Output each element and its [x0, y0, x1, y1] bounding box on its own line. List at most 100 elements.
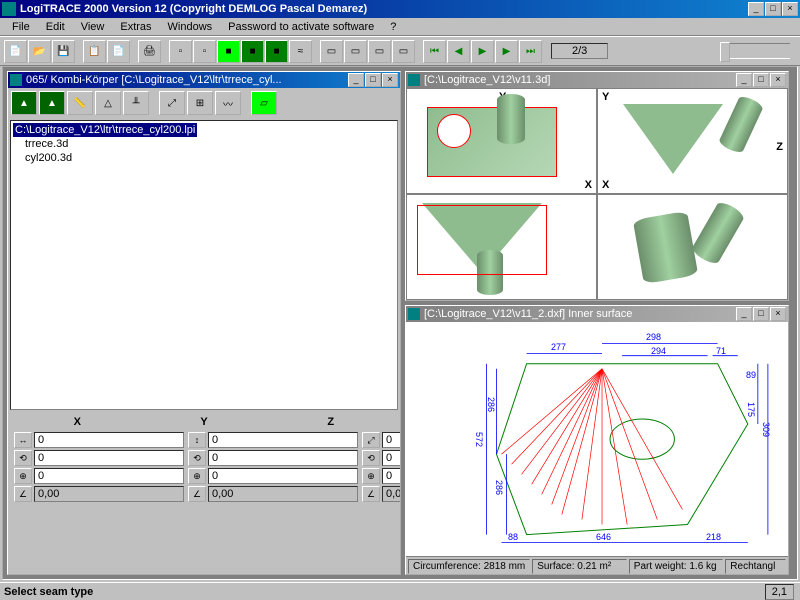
tool-grid[interactable]: ⊞ — [187, 91, 213, 115]
solid1-button[interactable]: ■ — [217, 40, 240, 63]
tool-shape2[interactable]: ▲ — [39, 91, 65, 115]
dxf-maximize[interactable]: □ — [753, 307, 769, 321]
open-button[interactable]: 📂 — [28, 40, 51, 63]
new-button[interactable]: 📄 — [4, 40, 27, 63]
save-button[interactable]: 💾 — [52, 40, 75, 63]
nav-last-button[interactable]: ⏭ — [519, 40, 542, 63]
rot-y-input[interactable] — [208, 450, 358, 466]
tree-item-1[interactable]: cyl200.3d — [23, 151, 395, 165]
view-front[interactable]: X Y Z — [597, 88, 788, 194]
viewport-titlebar[interactable]: [C:\Logitrace_V12\v11.3d] _ □ × — [406, 72, 788, 88]
kombi-minimize[interactable]: _ — [348, 73, 364, 87]
off-y-input — [208, 486, 358, 502]
viewport-maximize[interactable]: □ — [753, 73, 769, 87]
print-button[interactable]: 🖨 — [138, 40, 161, 63]
scl-y-icon[interactable]: ⊕ — [188, 468, 206, 484]
dxf-titlebar[interactable]: [C:\Logitrace_V12\v11_2.dxf] Inner surfa… — [406, 306, 788, 322]
kombi-maximize[interactable]: □ — [365, 73, 381, 87]
dxf-minimize[interactable]: _ — [736, 307, 752, 321]
scl-y-input[interactable] — [208, 468, 358, 484]
unfold-drawing — [406, 322, 788, 556]
rot-y-icon[interactable]: ⟲ — [188, 450, 206, 466]
menu-extras[interactable]: Extras — [112, 20, 159, 34]
rot-z-input[interactable] — [382, 450, 400, 466]
tool-curve2[interactable]: 〰 — [215, 91, 241, 115]
tree-root[interactable]: C:\Logitrace_V12\ltr\trrece_cyl200.lpi — [13, 123, 197, 137]
view-side[interactable] — [406, 194, 597, 300]
scl-x-icon[interactable]: ⊕ — [14, 468, 32, 484]
copy-button[interactable]: 📋 — [83, 40, 106, 63]
app-title: LogiTRACE 2000 Version 12 (Copyright DEM… — [20, 3, 748, 15]
mdi-area: 065/ Kombi-Körper [C:\Logitrace_V12\ltr\… — [2, 66, 798, 580]
scl-z-icon[interactable]: ⊕ — [362, 468, 380, 484]
frame4-button[interactable]: ▭ — [392, 40, 415, 63]
scl-z-input[interactable] — [382, 468, 400, 484]
dxf-close[interactable]: × — [770, 307, 786, 321]
paste-button[interactable]: 📄 — [107, 40, 130, 63]
tool-curve1[interactable]: ⤢ — [159, 91, 185, 115]
menu-password[interactable]: Password to activate software — [220, 20, 382, 34]
rot-x-input[interactable] — [34, 450, 184, 466]
nav-first-button[interactable]: ⏮ — [423, 40, 446, 63]
frame1-button[interactable]: ▭ — [320, 40, 343, 63]
viewport-window: [C:\Logitrace_V12\v11.3d] _ □ × X Y — [405, 71, 789, 301]
menu-view[interactable]: View — [73, 20, 113, 34]
xyz-panel: X Y Z ↔ ↕ ⤢ ⟲ ⟲ ⟲ ⊕ ⊕ ⊕ — [8, 412, 400, 508]
nav-play-button[interactable]: ▶ — [471, 40, 494, 63]
pos-z-icon[interactable]: ⤢ — [362, 432, 380, 448]
tree-item-0[interactable]: trrece.3d — [23, 137, 395, 151]
pos-y-icon[interactable]: ↕ — [188, 432, 206, 448]
solid3-button[interactable]: ■ — [265, 40, 288, 63]
dxf-canvas[interactable]: 277 298 294 71 89 175 309 572 286 286 88… — [406, 322, 788, 556]
pos-x-icon[interactable]: ↔ — [14, 432, 32, 448]
kombi-toolbar: ▲ ▲ 📏 △ ╨ ⤢ ⊞ 〰 ▱ — [8, 88, 400, 118]
maximize-button[interactable]: □ — [765, 2, 781, 16]
tool-split[interactable]: ╨ — [123, 91, 149, 115]
zoom-slider[interactable] — [720, 43, 790, 59]
tool-shape1[interactable]: ▲ — [11, 91, 37, 115]
z-label: Z — [267, 414, 394, 430]
cube1-button[interactable]: ▫ — [169, 40, 192, 63]
status-message: Select seam type — [4, 586, 765, 598]
file-tree[interactable]: C:\Logitrace_V12\ltr\trrece_cyl200.lpi t… — [10, 120, 398, 410]
menubar: File Edit View Extras Windows Password t… — [0, 18, 800, 36]
tool-measure[interactable]: 📏 — [67, 91, 93, 115]
pos-z-input[interactable] — [382, 432, 400, 448]
menu-file[interactable]: File — [4, 20, 38, 34]
off-y-icon[interactable]: ∠ — [188, 486, 206, 502]
minimize-button[interactable]: _ — [748, 2, 764, 16]
menu-edit[interactable]: Edit — [38, 20, 73, 34]
pos-x-input[interactable] — [34, 432, 184, 448]
pos-y-input[interactable] — [208, 432, 358, 448]
menu-windows[interactable]: Windows — [160, 20, 221, 34]
kombi-titlebar[interactable]: 065/ Kombi-Körper [C:\Logitrace_V12\ltr\… — [8, 72, 400, 88]
kombi-window: 065/ Kombi-Körper [C:\Logitrace_V12\ltr\… — [7, 71, 401, 575]
kombi-close[interactable]: × — [382, 73, 398, 87]
app-icon — [2, 2, 16, 16]
rot-z-icon[interactable]: ⟲ — [362, 450, 380, 466]
solid2-button[interactable]: ■ — [241, 40, 264, 63]
viewport-3d[interactable]: X Y X Y Z — [406, 88, 788, 300]
off-x-icon[interactable]: ∠ — [14, 486, 32, 502]
view-iso[interactable] — [597, 194, 788, 300]
viewport-minimize[interactable]: _ — [736, 73, 752, 87]
frame3-button[interactable]: ▭ — [368, 40, 391, 63]
tool-cone[interactable]: △ — [95, 91, 121, 115]
nav-prev-button[interactable]: ◀ — [447, 40, 470, 63]
tool-unfold[interactable]: ▱ — [251, 91, 277, 115]
off-z-icon[interactable]: ∠ — [362, 486, 380, 502]
menu-help[interactable]: ? — [382, 20, 404, 34]
dxf-window: [C:\Logitrace_V12\v11_2.dxf] Inner surfa… — [405, 305, 789, 575]
frame2-button[interactable]: ▭ — [344, 40, 367, 63]
nav-next-button[interactable]: ▶ — [495, 40, 518, 63]
cube2-button[interactable]: ▫ — [193, 40, 216, 63]
texture-button[interactable]: ≈ — [289, 40, 312, 63]
statusbar: Select seam type 2,1 — [0, 582, 800, 600]
off-x-input — [34, 486, 184, 502]
rot-x-icon[interactable]: ⟲ — [14, 450, 32, 466]
viewport-close[interactable]: × — [770, 73, 786, 87]
close-button[interactable]: × — [782, 2, 798, 16]
view-top[interactable]: X Y — [406, 88, 597, 194]
scl-x-input[interactable] — [34, 468, 184, 484]
stat-surface: Surface: 0.21 m² — [532, 559, 627, 574]
